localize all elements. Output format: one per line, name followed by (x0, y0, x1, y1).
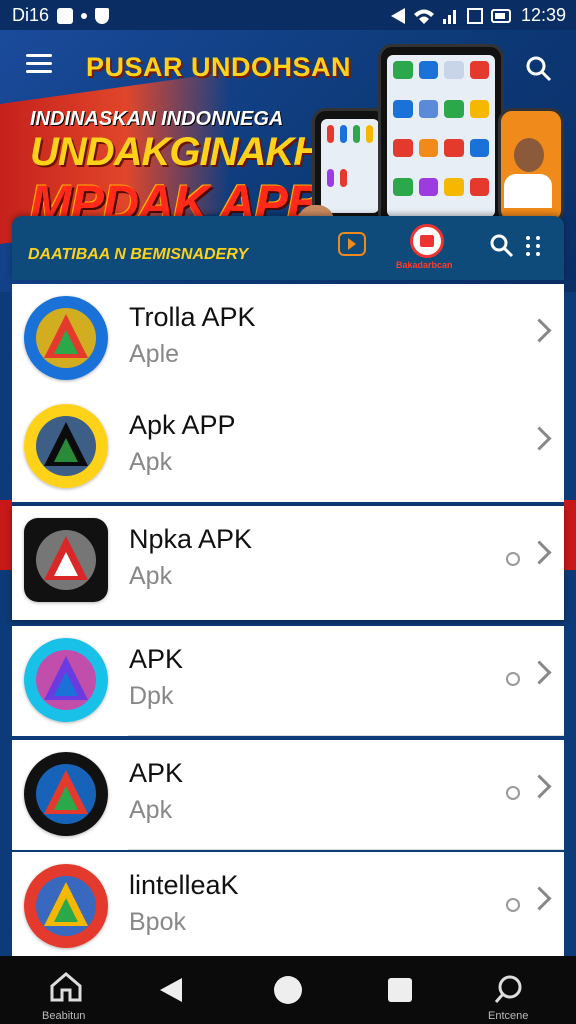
app-title: lintelleaK (129, 870, 239, 900)
featured-badge-label: Bakadarbcan (396, 260, 453, 270)
side-accent-left (0, 500, 12, 570)
subbar-caption: DAATIBAA N BEMISNADERY (28, 246, 249, 263)
app-title: Trolla APK (129, 302, 256, 332)
menu-icon[interactable] (26, 54, 52, 74)
status-ring-icon (506, 672, 520, 686)
featured-badge-icon[interactable] (410, 224, 444, 258)
chevron-right-icon (527, 318, 552, 343)
list-item[interactable]: APK Apk (12, 740, 564, 850)
home-icon[interactable] (48, 972, 84, 1002)
signal-icon (442, 9, 456, 24)
sub-toolbar: DAATIBAA N BEMISNADERY Bakadarbcan (12, 216, 564, 280)
chevron-right-icon (527, 886, 552, 911)
notification-icon (57, 7, 74, 24)
app-title: PUSAR UNDOHSAN (86, 52, 352, 82)
list-item[interactable]: lintelleaK Bpok (12, 852, 564, 956)
app-title: APK (129, 758, 184, 788)
battery-icon (490, 8, 511, 23)
status-bar: Di16 12:39 (0, 0, 576, 30)
list-item[interactable]: APK Dpk (12, 626, 564, 736)
back-button[interactable] (160, 978, 182, 1002)
app-icon (24, 752, 108, 836)
app-icon (24, 864, 108, 948)
chevron-right-icon (527, 540, 552, 565)
status-ring-icon (506, 786, 520, 800)
side-accent-right (564, 500, 576, 570)
list-item[interactable]: Npka APK Apk (12, 506, 564, 620)
bottom-navigation: Beabitun Entcene (0, 956, 576, 1024)
wifi-icon (413, 9, 434, 24)
app-icon (24, 518, 108, 602)
app-subtitle: Apk (129, 448, 173, 476)
phone-image-center (378, 44, 504, 228)
app-subtitle: Aple (129, 340, 180, 368)
status-ring-icon (506, 552, 520, 566)
search-label: Entcene (488, 1010, 529, 1022)
play-icon[interactable] (338, 232, 366, 256)
chevron-right-icon (527, 426, 552, 451)
chevron-right-icon (527, 660, 552, 685)
home-button[interactable] (274, 976, 302, 1004)
banner-line-1: INDINASKAN INDONNEGA (30, 108, 284, 130)
app-subtitle: Apk (129, 562, 173, 590)
app-subtitle: Dpk (129, 682, 174, 710)
app-icon (24, 638, 108, 722)
app-title: Apk APP (129, 410, 236, 440)
search-icon[interactable] (490, 234, 514, 258)
location-icon (390, 7, 405, 24)
search-icon[interactable] (494, 974, 524, 1004)
dot-icon (81, 12, 88, 19)
shield-icon (95, 7, 110, 24)
app-title: APK (129, 644, 184, 674)
recents-button[interactable] (388, 978, 412, 1002)
list-item[interactable]: Trolla APK Aple (12, 284, 564, 394)
search-icon[interactable] (526, 56, 552, 82)
more-options-icon[interactable] (526, 236, 540, 256)
person-image (504, 138, 554, 208)
app-subtitle: Bpok (129, 908, 186, 936)
chevron-right-icon (527, 774, 552, 799)
home-label: Beabitun (42, 1010, 86, 1022)
carrier-text: Di16 (12, 5, 50, 25)
app-icon (24, 296, 108, 380)
status-ring-icon (506, 898, 520, 912)
clock: 12:39 (520, 5, 566, 25)
app-subtitle: Apk (129, 796, 173, 824)
sim-icon (466, 7, 483, 24)
app-icon (24, 404, 108, 488)
app-title: Npka APK (129, 524, 253, 554)
list-item[interactable]: Apk APP Apk (12, 392, 564, 502)
